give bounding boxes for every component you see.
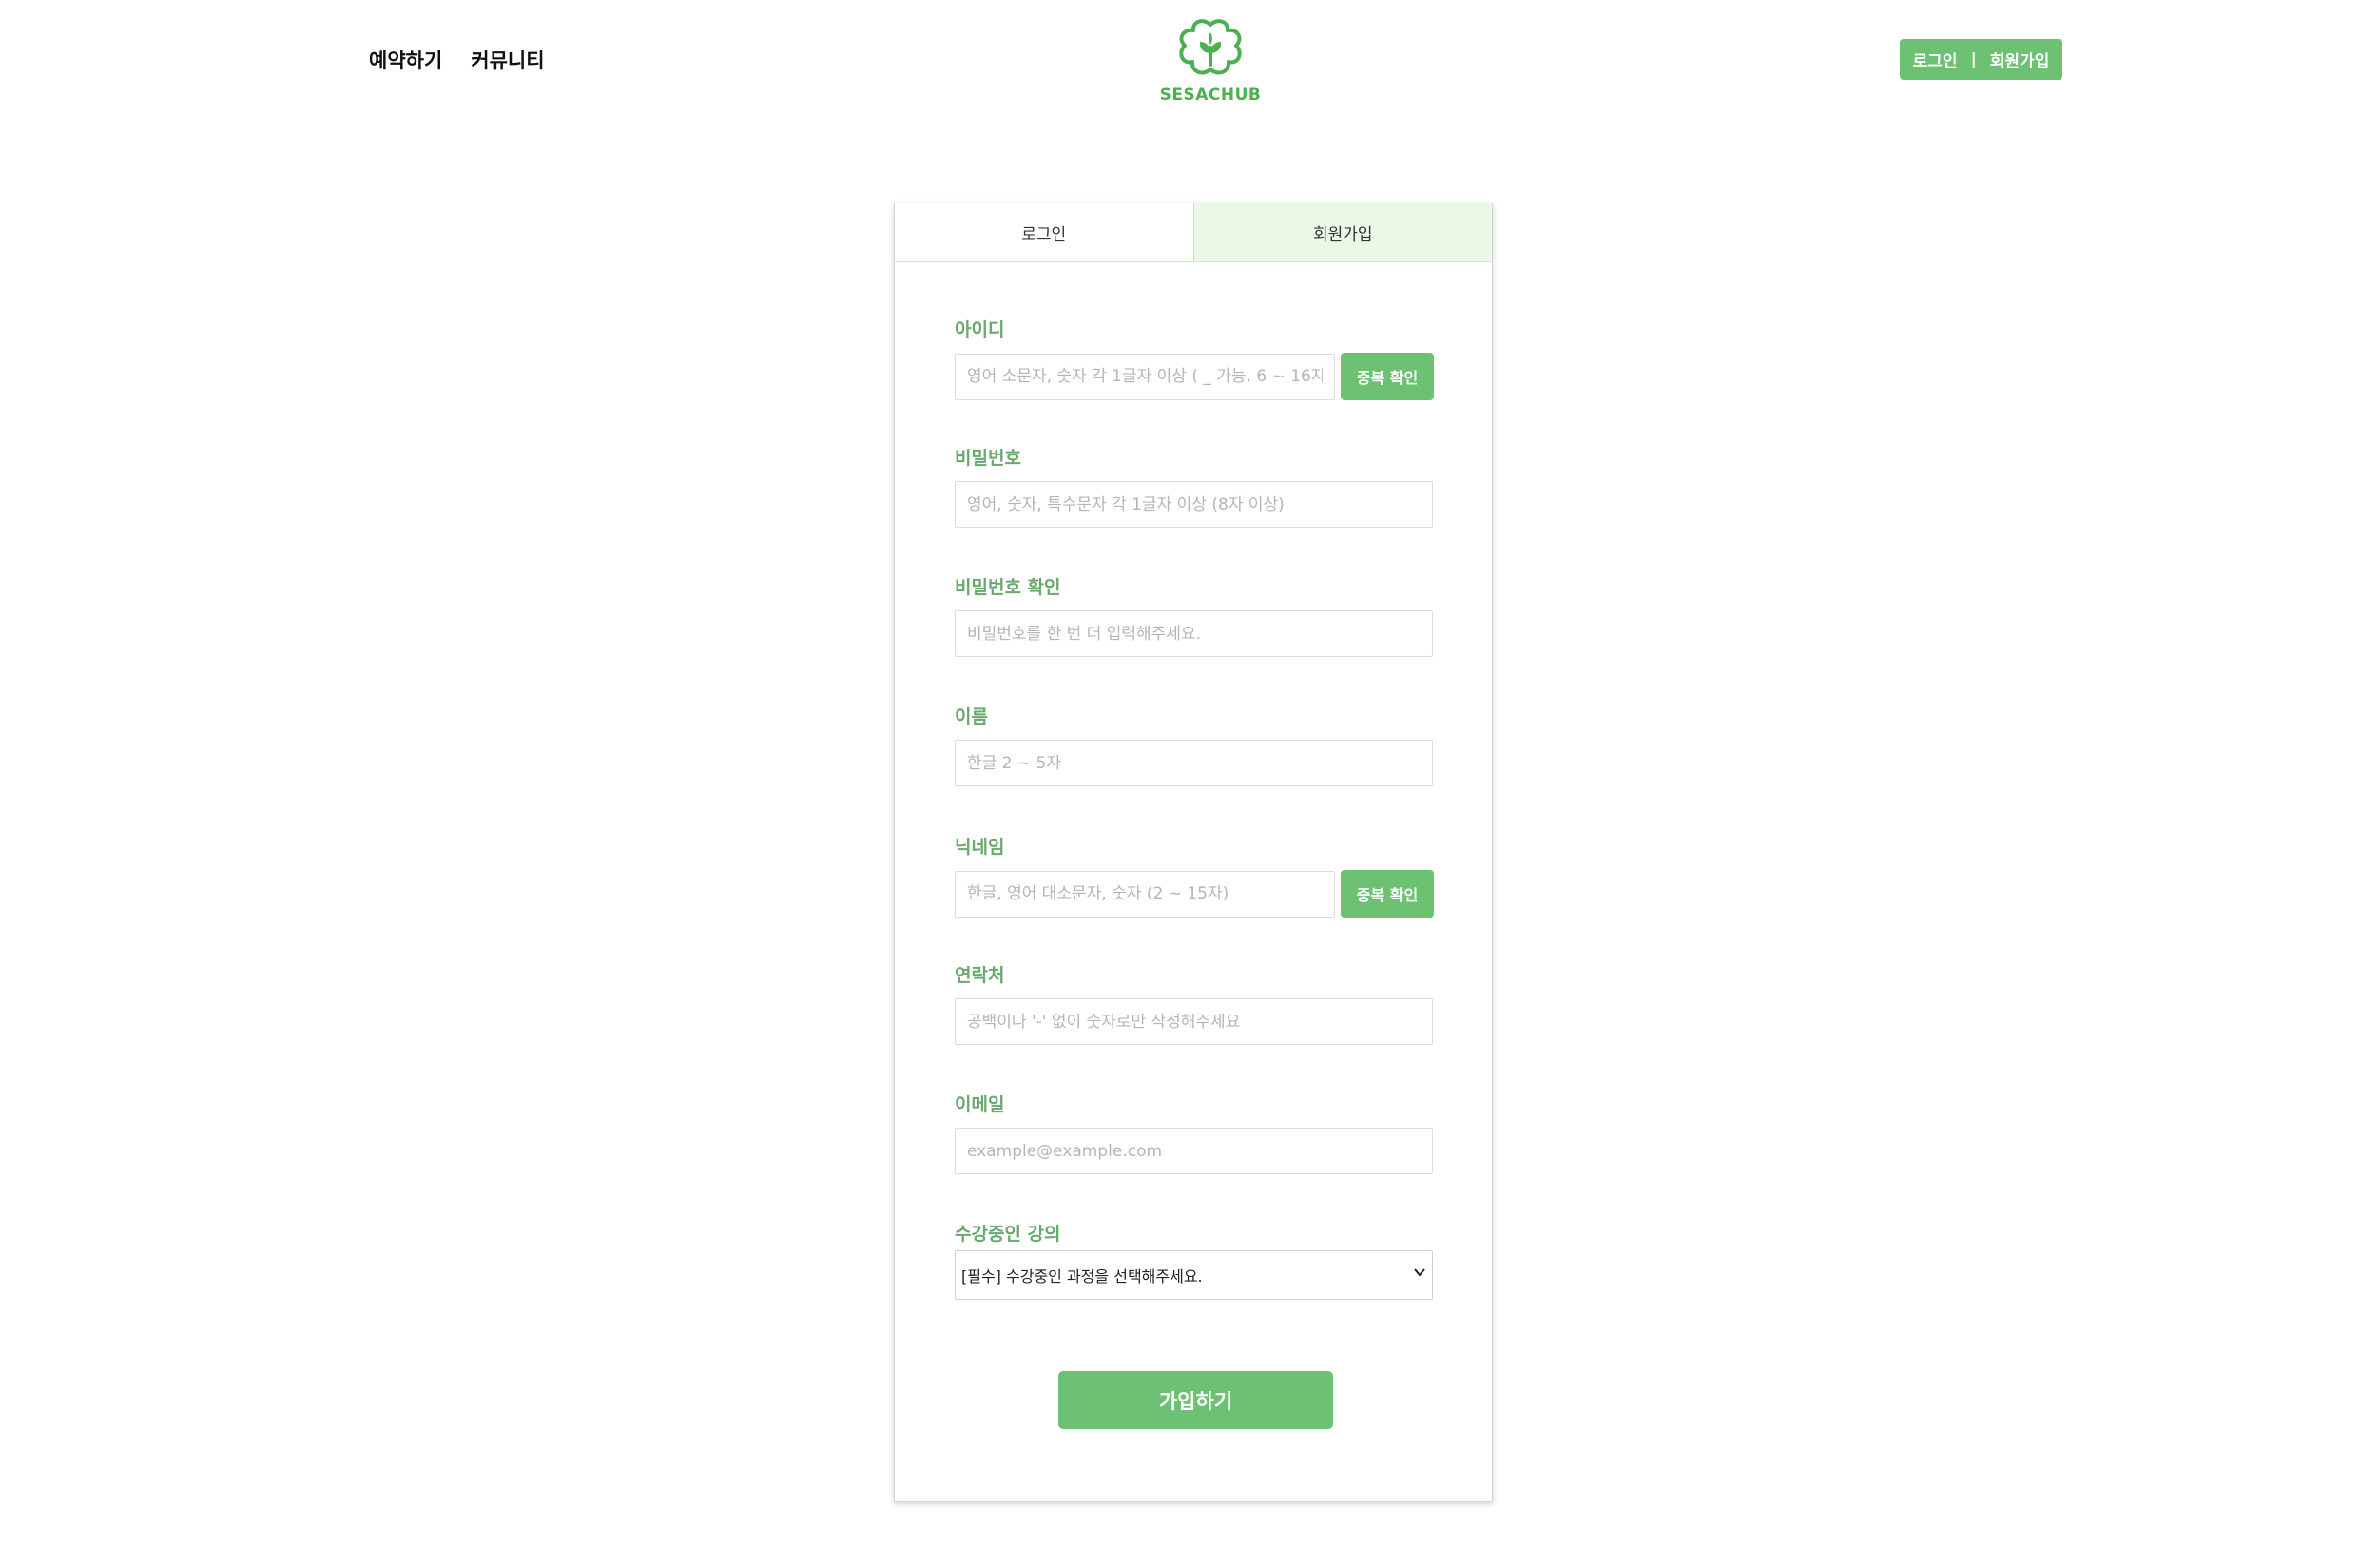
name-label: 이름 [955,706,988,727]
course-label: 수강중인 강의 [955,1224,1061,1245]
id-field: 아이디 중복 확인 [955,316,1434,400]
course-select-value: [필수] 수강중인 과정을 선택해주세요. [961,1267,1203,1285]
nickname-input[interactable] [955,870,1335,918]
name-input[interactable] [955,740,1433,786]
id-label: 아이디 [955,319,1005,340]
site-logo[interactable]: SESACHUB [1158,19,1263,105]
email-field: 이메일 [955,1091,1434,1174]
logo-text: SESACHUB [1159,86,1262,105]
nickname-field: 닉네임 중복 확인 [955,833,1434,918]
site-header: 예약하기 커뮤니티 SESACHUB 로그인 | 회원가입 [0,0,2380,124]
password-confirm-input[interactable] [955,610,1433,657]
tab-login[interactable]: 로그인 [895,203,1193,261]
chevron-down-icon [1414,1268,1425,1277]
nav-community-link[interactable]: 커뮤니티 [471,46,544,74]
nickname-duplicate-check-button[interactable]: 중복 확인 [1341,870,1434,918]
password-field: 비밀번호 [955,444,1434,528]
phone-field: 연락처 [955,961,1434,1045]
nickname-label: 닉네임 [955,837,1005,858]
id-input[interactable] [955,353,1335,400]
signup-card: 로그인 회원가입 아이디 중복 확인 비밀번호 비밀번호 확인 이름 닉네임 중… [894,203,1493,1502]
main-nav: 예약하기 커뮤니티 [369,46,545,74]
password-input[interactable] [955,481,1433,528]
course-select[interactable]: [필수] 수강중인 과정을 선택해주세요. [955,1250,1433,1300]
clover-sprout-icon [1179,19,1242,75]
tab-signup[interactable]: 회원가입 [1192,203,1492,261]
nav-reserve-link[interactable]: 예약하기 [369,46,442,74]
signup-submit-button[interactable]: 가입하기 [1058,1371,1333,1429]
course-field: 수강중인 강의 [필수] 수강중인 과정을 선택해주세요. [955,1220,1434,1300]
auth-button[interactable]: 로그인 | 회원가입 [1900,39,2062,80]
email-label: 이메일 [955,1094,1005,1115]
id-duplicate-check-button[interactable]: 중복 확인 [1341,353,1434,400]
header-signup-link[interactable]: 회원가입 [1990,48,2050,71]
phone-input[interactable] [955,998,1433,1045]
password-label: 비밀번호 [955,448,1021,469]
name-field: 이름 [955,703,1434,786]
auth-tabs: 로그인 회원가입 [895,203,1492,262]
phone-label: 연락처 [955,965,1005,986]
header-login-link[interactable]: 로그인 [1913,48,1958,71]
auth-separator: | [1970,49,1977,69]
password-confirm-label: 비밀번호 확인 [955,577,1061,598]
email-input[interactable] [955,1128,1433,1174]
password-confirm-field: 비밀번호 확인 [955,573,1434,657]
